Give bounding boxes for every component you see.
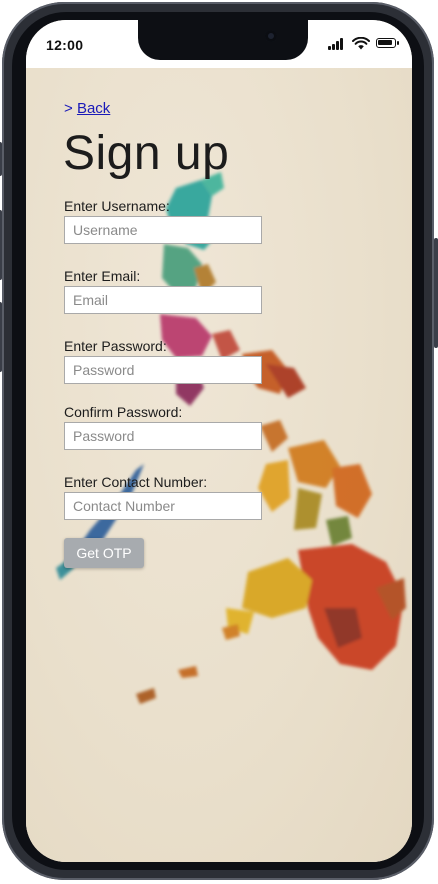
battery-icon [376, 38, 399, 48]
status-bar: 12:00 [26, 20, 412, 68]
email-input[interactable] [64, 286, 262, 314]
wifi-icon [352, 37, 370, 50]
signal-icon [328, 38, 346, 50]
status-time: 12:00 [46, 37, 84, 53]
get-otp-button[interactable]: Get OTP [64, 538, 144, 568]
username-label: Enter Username: [64, 198, 170, 214]
volume-up-button [0, 210, 2, 280]
password-label: Enter Password: [64, 338, 167, 354]
signup-page: > Back Sign up Enter Username: Enter Ema… [26, 68, 412, 862]
volume-down-button [0, 302, 2, 372]
notch [138, 20, 308, 60]
power-button [434, 238, 438, 348]
confirm-password-input[interactable] [64, 422, 262, 450]
username-input[interactable] [64, 216, 262, 244]
watercolor-map-background [56, 172, 406, 704]
camera-icon [265, 30, 277, 42]
contact-number-label: Enter Contact Number: [64, 474, 208, 490]
back-link[interactable]: Back [77, 100, 110, 117]
screen: 12:00 > Back Sign up Enter Username: Use… [26, 20, 412, 862]
back-arrow: > [64, 100, 73, 117]
email-label: Enter Email: [64, 268, 141, 284]
confirm-password-label: Confirm Password: [64, 404, 183, 420]
password-input[interactable] [64, 356, 262, 384]
contact-number-input[interactable] [64, 492, 262, 520]
page-title: Sign up [63, 127, 230, 180]
back-nav: > Back [64, 100, 110, 117]
silent-switch [0, 142, 2, 176]
